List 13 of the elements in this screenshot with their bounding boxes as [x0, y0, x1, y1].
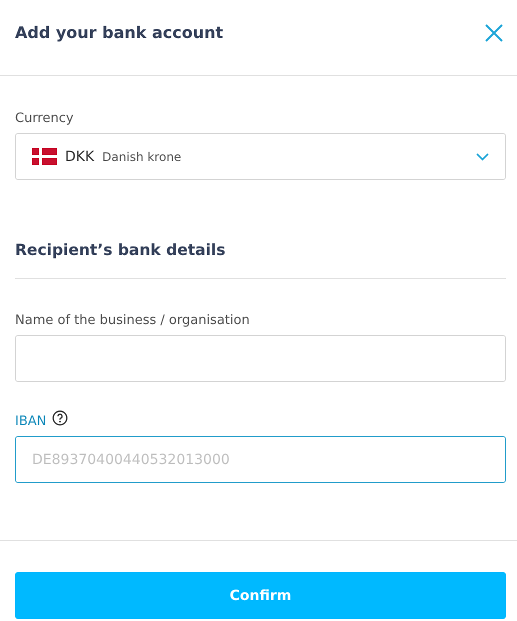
- help-icon[interactable]: [52, 410, 68, 426]
- dialog-title: Add your bank account: [15, 23, 224, 42]
- currency-select[interactable]: DKK Danish krone: [15, 133, 506, 180]
- currency-code: DKK: [65, 148, 94, 164]
- text-input[interactable]: DE89370400440532013000: [15, 436, 506, 483]
- field-label: IBAN: [15, 414, 46, 430]
- field-label: Currency: [15, 111, 75, 127]
- close-icon[interactable]: [485, 24, 503, 42]
- section-title: Recipient’s bank details: [15, 240, 226, 260]
- field-label: Name of the business / organisation: [15, 313, 250, 329]
- flag-icon: [32, 148, 57, 165]
- chevron-down-icon: [476, 152, 489, 160]
- currency-name: Danish krone: [102, 150, 182, 164]
